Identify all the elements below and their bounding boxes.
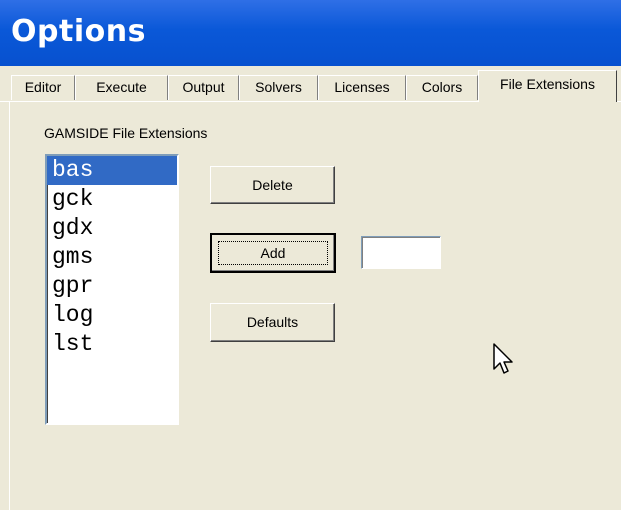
- list-item-gck[interactable]: gck: [47, 185, 177, 214]
- tab-output[interactable]: Output: [168, 75, 239, 100]
- extensions-group-label: GAMSIDE File Extensions: [44, 125, 208, 141]
- focus-rectangle: [218, 241, 328, 265]
- tab-editor[interactable]: Editor: [11, 75, 75, 100]
- tab-licenses[interactable]: Licenses: [318, 75, 406, 100]
- extensions-listbox[interactable]: bas gck gdx gms gpr log lst: [45, 154, 179, 425]
- list-item-gms[interactable]: gms: [47, 243, 177, 272]
- new-extension-input[interactable]: [361, 236, 441, 269]
- list-item-log[interactable]: log: [47, 301, 177, 330]
- list-item-bas[interactable]: bas: [47, 156, 177, 185]
- mouse-pointer-icon: [493, 343, 513, 374]
- list-item-gdx[interactable]: gdx: [47, 214, 177, 243]
- add-button[interactable]: Add: [210, 233, 336, 273]
- title-bar: Options: [0, 0, 621, 66]
- tab-solvers[interactable]: Solvers: [239, 75, 318, 100]
- defaults-button[interactable]: Defaults: [210, 303, 335, 342]
- window-title: Options: [11, 14, 146, 49]
- tab-execute[interactable]: Execute: [75, 75, 168, 100]
- tab-strip: Editor Execute Output Solvers Licenses C…: [0, 66, 621, 102]
- delete-button[interactable]: Delete: [210, 166, 335, 204]
- tab-file-extensions[interactable]: File Extensions: [478, 70, 617, 102]
- list-item-gpr[interactable]: gpr: [47, 272, 177, 301]
- tab-colors[interactable]: Colors: [406, 75, 478, 100]
- list-item-lst[interactable]: lst: [47, 330, 177, 359]
- panel-left-edge: [9, 102, 10, 510]
